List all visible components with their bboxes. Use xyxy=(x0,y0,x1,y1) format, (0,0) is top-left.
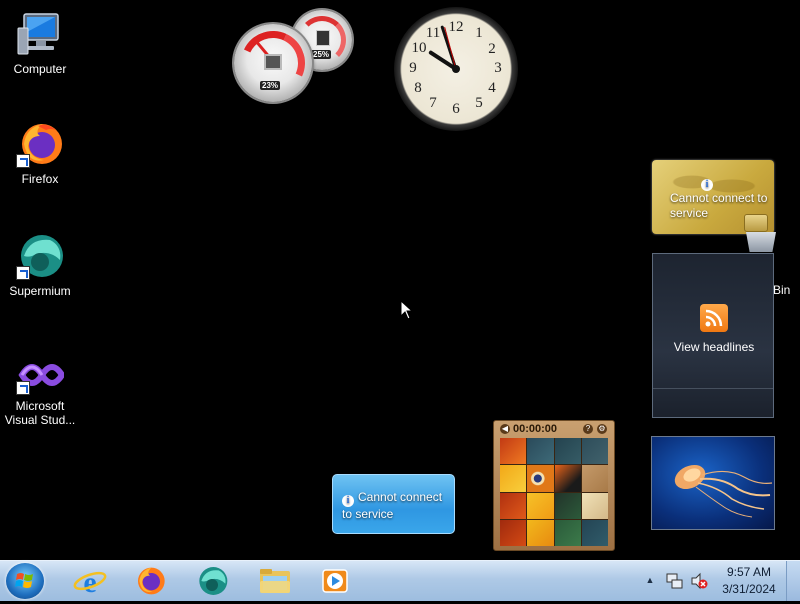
info-icon: i xyxy=(342,495,354,507)
clock-number: 9 xyxy=(409,60,417,76)
desktop-icon-visual-studio[interactable]: Microsoft Visual Stud... xyxy=(3,355,77,427)
taskbar-app-supermium[interactable] xyxy=(186,564,238,598)
clock-number: 7 xyxy=(429,95,437,111)
puzzle-tile[interactable] xyxy=(527,519,554,546)
mouse-cursor-icon xyxy=(400,300,412,320)
puzzle-tile[interactable] xyxy=(581,465,608,492)
weather-gadget[interactable]: i Cannot connect to service xyxy=(332,474,455,534)
desktop-icon-firefox[interactable]: Firefox xyxy=(3,120,77,186)
clock-number: 1 xyxy=(475,25,483,41)
puzzle-tile[interactable] xyxy=(554,492,581,519)
cpu-percent: 23% xyxy=(260,81,281,90)
clock-number: 8 xyxy=(414,80,422,96)
puzzle-tile[interactable] xyxy=(554,438,581,465)
windows-logo-icon xyxy=(15,573,33,588)
weather-status: i Cannot connect to service xyxy=(342,490,452,522)
taskbar-app-windows-explorer[interactable] xyxy=(249,564,301,598)
clock-number: 6 xyxy=(452,101,460,117)
puzzle-tile[interactable] xyxy=(581,492,608,519)
puzzle-tile[interactable] xyxy=(500,465,527,492)
show-desktop-button[interactable] xyxy=(786,561,800,601)
clock-number: 10 xyxy=(411,40,427,56)
taskbar-app-windows-media-player[interactable] xyxy=(309,564,361,598)
volume-muted-icon[interactable] xyxy=(690,572,708,590)
media-player-icon xyxy=(322,569,348,593)
network-icon[interactable] xyxy=(666,572,684,590)
clock-center-pin xyxy=(452,65,460,73)
taskbar-date: 3/31/2024 xyxy=(722,582,776,596)
puzzle-tile[interactable] xyxy=(581,438,608,465)
puzzle-tile[interactable] xyxy=(554,465,581,492)
clock-number: 3 xyxy=(494,60,502,76)
folder-icon xyxy=(260,569,290,593)
taskbar-app-internet-explorer[interactable]: e xyxy=(64,564,116,598)
puzzle-tile[interactable] xyxy=(527,465,554,492)
firefox-icon xyxy=(138,567,165,595)
clock-number: 2 xyxy=(488,41,496,57)
cpu-gauge: 23% xyxy=(231,21,315,105)
currency-message: Cannot connect to service xyxy=(670,191,768,220)
puzzle-tile[interactable] xyxy=(554,519,581,546)
supermium-icon xyxy=(16,232,64,280)
internet-explorer-icon: e xyxy=(73,566,107,596)
firefox-icon xyxy=(16,120,64,168)
puzzle-timer-icon[interactable]: ◀ xyxy=(500,424,510,434)
clock-number: 12 xyxy=(448,19,464,35)
feed-headlines-gadget[interactable]: View headlines xyxy=(652,253,774,418)
currency-status: i Cannot connect to service xyxy=(670,176,770,221)
puzzle-tile[interactable] xyxy=(581,519,608,546)
view-headlines-link[interactable]: View headlines xyxy=(653,340,775,354)
currency-gadget[interactable]: i Cannot connect to service xyxy=(652,160,774,234)
info-icon: i xyxy=(701,179,713,191)
clock-gadget[interactable]: 12 1 2 3 4 5 6 7 8 9 10 11 xyxy=(394,7,518,131)
desktop-icon-computer[interactable]: Computer xyxy=(3,10,77,76)
supermium-icon xyxy=(199,567,228,595)
taskbar-time: 9:57 AM xyxy=(726,565,772,579)
recycle-bin-icon xyxy=(746,232,776,252)
rss-feed-icon xyxy=(700,304,728,332)
puzzle-solve-icon[interactable]: ⚙ xyxy=(597,424,607,434)
picture-puzzle-gadget[interactable]: ◀ 00:00:00 ? ⚙ xyxy=(493,420,615,551)
taskbar-clock[interactable]: 9:57 AM 3/31/2024 xyxy=(716,564,782,598)
svg-text:e: e xyxy=(83,566,96,596)
memory-percent: 25% xyxy=(311,50,332,59)
cpu-chip-icon xyxy=(264,54,282,70)
puzzle-tile[interactable] xyxy=(500,492,527,519)
puzzle-tile[interactable] xyxy=(500,519,527,546)
puzzle-board xyxy=(500,438,608,546)
weather-message: Cannot connect to service xyxy=(342,490,443,521)
memory-chip-icon xyxy=(316,30,330,46)
show-hidden-icons-button[interactable]: ▲ xyxy=(644,574,656,586)
desktop-icon-label: Supermium xyxy=(9,284,71,298)
shortcut-arrow-icon xyxy=(16,154,30,168)
puzzle-tile[interactable] xyxy=(527,492,554,519)
desktop-icon-label: Computer xyxy=(13,62,67,76)
puzzle-timer: 00:00:00 xyxy=(513,423,558,435)
slideshow-gadget[interactable] xyxy=(651,436,775,530)
desktop-icon-label: Bin xyxy=(773,283,791,297)
shortcut-arrow-icon xyxy=(16,381,30,395)
puzzle-tile[interactable] xyxy=(527,438,554,465)
desktop-icon-supermium[interactable]: Supermium xyxy=(3,232,77,298)
cpu-meter-gadget[interactable]: 25% 23% xyxy=(230,8,360,105)
puzzle-tile[interactable] xyxy=(500,438,527,465)
taskbar-app-firefox[interactable] xyxy=(124,564,176,598)
desktop-icon-label: Firefox xyxy=(21,172,59,186)
start-button[interactable] xyxy=(6,563,44,599)
clock-number: 11 xyxy=(425,25,441,41)
clock-number: 5 xyxy=(475,95,483,111)
taskbar: e ▲ 9:57 AM 3/31/2024 xyxy=(0,560,800,601)
shortcut-arrow-icon xyxy=(16,266,30,280)
desktop-icon-label: Microsoft Visual Stud... xyxy=(4,399,76,427)
puzzle-help-icon[interactable]: ? xyxy=(583,424,593,434)
jellyfish-image xyxy=(674,464,773,518)
computer-icon xyxy=(16,10,64,58)
visual-studio-icon xyxy=(16,355,66,395)
